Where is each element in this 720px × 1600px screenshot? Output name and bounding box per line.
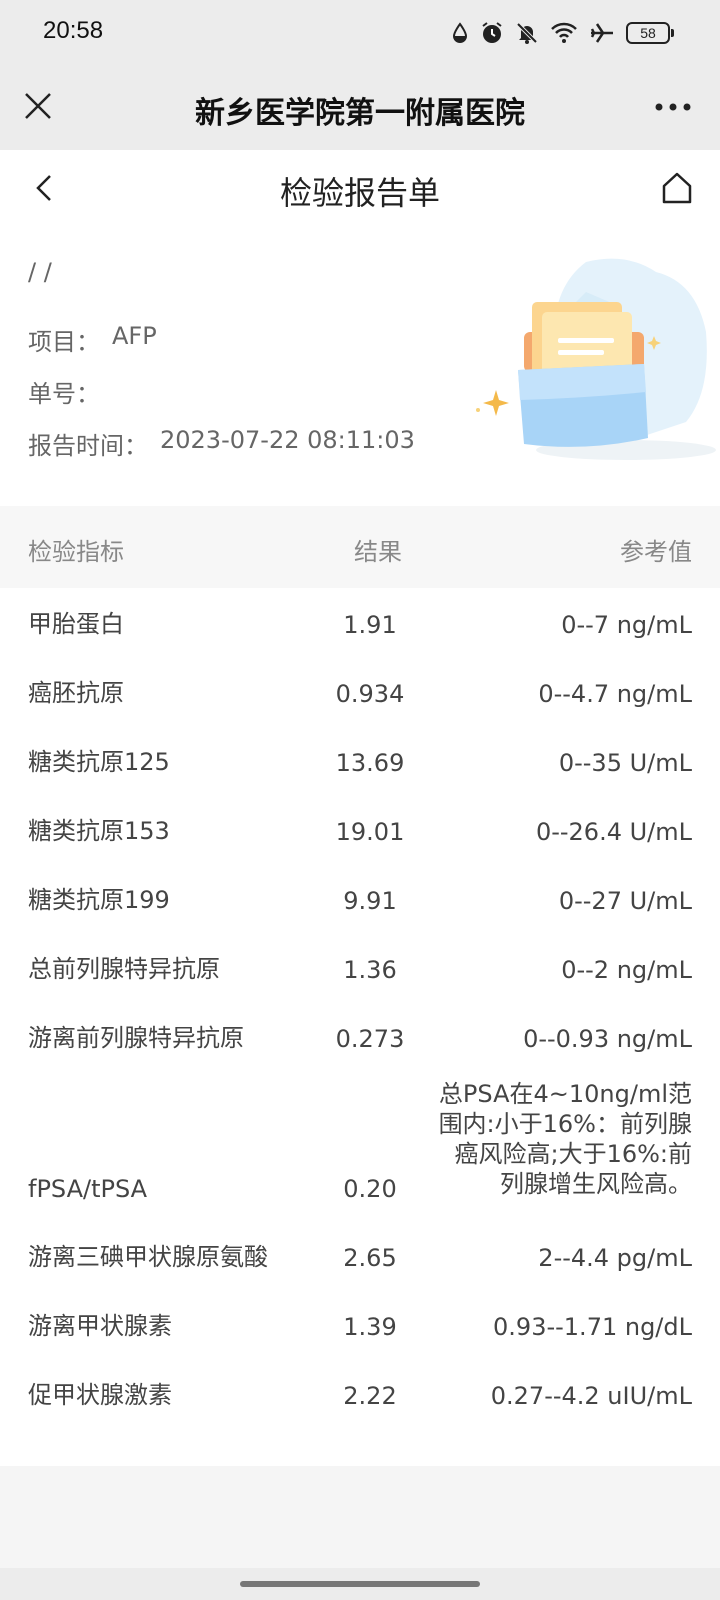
time-label: 报告时间： <box>28 432 148 460</box>
row-result: 1.39 <box>343 1313 397 1341</box>
row-ref: 0--2 ng/mL <box>561 956 692 984</box>
table-row: 总前列腺特异抗原 1.36 0--2 ng/mL <box>0 933 720 1002</box>
table-row: 游离甲状腺素 1.39 0.93--1.71 ng/dL <box>0 1290 720 1359</box>
item-label: 项目： <box>28 328 100 356</box>
report-page: 检验报告单 / / 项目： AFP 单号： 报告时间： 2023-07-22 0… <box>0 150 720 1466</box>
item-value: AFP <box>112 322 157 350</box>
row-name: 游离前列腺特异抗原 <box>28 1024 244 1052</box>
airplane-icon <box>590 23 613 43</box>
order-label: 单号： <box>28 380 100 408</box>
row-name: 游离甲状腺素 <box>28 1312 172 1340</box>
row-result: 2.65 <box>343 1244 397 1272</box>
row-ref: 0.27--4.2 uIU/mL <box>490 1382 692 1410</box>
table-row: 糖类抗原153 19.01 0--26.4 U/mL <box>0 795 720 864</box>
header-ref: 参考值 <box>620 538 692 566</box>
row-name: fPSA/tPSA <box>28 1175 148 1203</box>
alarm-icon <box>482 22 502 43</box>
row-ref: 0--35 U/mL <box>558 749 692 777</box>
row-name: 总前列腺特异抗原 <box>28 955 220 983</box>
row-name: 糖类抗原153 <box>28 817 170 845</box>
row-result: 1.36 <box>343 956 397 984</box>
sub-header: 检验报告单 <box>0 150 720 226</box>
table-row: 游离三碘甲状腺原氨酸 2.65 2--4.4 pg/mL <box>0 1221 720 1290</box>
patient-name: / / <box>28 258 52 286</box>
table-row: 糖类抗原125 13.69 0--35 U/mL <box>0 726 720 795</box>
order-row: 单号： <box>28 374 415 426</box>
row-result: 2.22 <box>343 1382 397 1410</box>
row-ref: 0--26.4 U/mL <box>535 818 692 846</box>
row-name: 癌胚抗原 <box>28 679 124 707</box>
row-ref: 0--0.93 ng/mL <box>523 1025 692 1053</box>
data-saver-icon <box>452 22 468 43</box>
status-icons: 58 <box>451 18 674 48</box>
table-row: 甲胎蛋白 1.91 0--7 ng/mL <box>0 588 720 657</box>
row-ref: 0--7 ng/mL <box>561 611 692 639</box>
row-name: 糖类抗原125 <box>28 748 170 776</box>
item-row: 项目： AFP <box>28 322 415 374</box>
row-ref: 0--27 U/mL <box>558 887 692 915</box>
report-title: 检验报告单 <box>279 174 440 212</box>
result-table: 甲胎蛋白 1.91 0--7 ng/mL 癌胚抗原 0.934 0--4.7 n… <box>0 588 720 1428</box>
row-result: 9.91 <box>343 887 397 915</box>
table-row: 癌胚抗原 0.934 0--4.7 ng/mL <box>0 657 720 726</box>
row-result: 19.01 <box>335 818 405 846</box>
row-ref: 0--4.7 ng/mL <box>538 680 692 708</box>
report-illustration <box>476 258 716 460</box>
more-icon[interactable] <box>654 96 692 118</box>
row-result: 0.20 <box>343 1175 397 1203</box>
table-row: 游离前列腺特异抗原 0.273 0--0.93 ng/mL <box>0 1002 720 1071</box>
table-header: 检验指标 结果 参考值 <box>0 506 720 588</box>
row-name: 促甲状腺激素 <box>28 1381 172 1409</box>
report-info: / / 项目： AFP 单号： 报告时间： 2023-07-22 08:11:0… <box>28 258 415 478</box>
app-navbar: 新乡医学院第一附属医院 <box>0 66 720 150</box>
time-row: 报告时间： 2023-07-22 08:11:03 <box>28 426 415 478</box>
header-name: 检验指标 <box>28 538 124 566</box>
wifi-icon <box>551 22 577 43</box>
status-bar: 20:58 58 <box>0 0 720 66</box>
time-value: 2023-07-22 08:11:03 <box>160 426 415 454</box>
page-title: 新乡医学院第一附属医院 <box>195 96 525 131</box>
table-row: 糖类抗原199 9.91 0--27 U/mL <box>0 864 720 933</box>
home-indicator[interactable] <box>240 1581 480 1587</box>
patient-row: / / <box>28 258 415 322</box>
status-time: 20:58 <box>43 17 104 44</box>
row-result: 13.69 <box>335 749 405 777</box>
bell-off-icon <box>516 22 538 44</box>
home-icon[interactable] <box>660 170 694 206</box>
row-name: 甲胎蛋白 <box>28 610 124 638</box>
row-name: 游离三碘甲状腺原氨酸 <box>28 1243 268 1271</box>
row-ref: 2--4.4 pg/mL <box>538 1244 692 1272</box>
row-name: 糖类抗原199 <box>28 886 170 914</box>
row-result: 1.91 <box>343 611 397 639</box>
header-result: 结果 <box>354 538 402 566</box>
row-result: 0.273 <box>335 1025 405 1053</box>
row-ref: 0.93--1.71 ng/dL <box>493 1313 692 1341</box>
battery-icon: 58 <box>626 22 674 44</box>
row-ref: 总PSA在4~10ng/ml范围内:小于16%：前列腺癌风险高;大于16%:前列… <box>438 1080 692 1198</box>
row-result: 0.934 <box>335 680 405 708</box>
table-row: 促甲状腺激素 2.22 0.27--4.2 uIU/mL <box>0 1359 720 1428</box>
table-row: fPSA/tPSA 0.20 总PSA在4~10ng/ml范围内:小于16%：前… <box>0 1071 720 1221</box>
